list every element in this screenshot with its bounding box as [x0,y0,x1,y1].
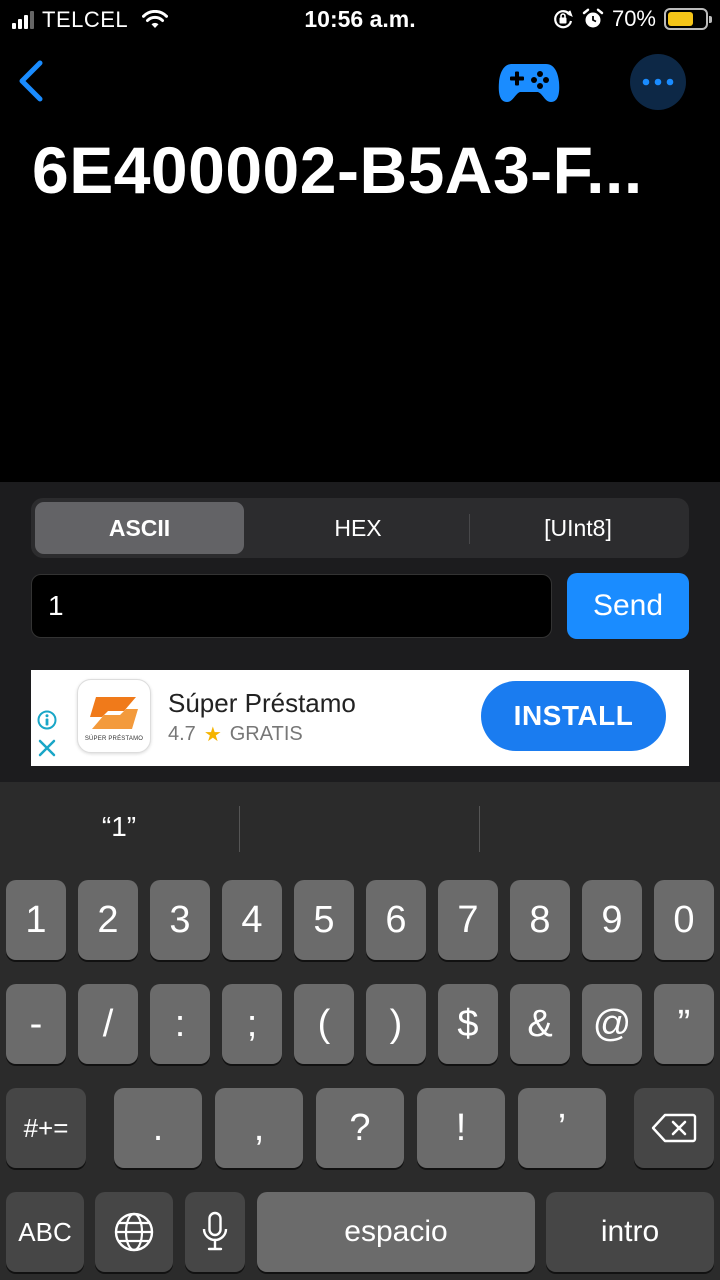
key-8[interactable]: 8 [510,880,570,960]
tab-label: HEX [334,514,382,541]
key-5[interactable]: 5 [294,880,354,960]
key-4[interactable]: 4 [222,880,282,960]
microphone-icon [202,1211,228,1251]
install-button[interactable]: INSTALL [481,681,666,751]
ad-rating: 4.7 [168,723,196,745]
ad-banner[interactable]: SÚPER PRÉSTAMO Súper Préstamo 4.7 ★ GRAT… [31,670,689,766]
key-globe[interactable] [95,1192,173,1272]
battery-icon [664,8,712,30]
battery-level-fill [668,12,694,26]
key-period[interactable]: . [114,1088,202,1168]
key-colon[interactable]: : [150,984,210,1064]
key-0[interactable]: 0 [654,880,714,960]
send-button[interactable]: Send [567,573,689,639]
tab-label: ASCII [108,514,171,541]
key-1[interactable]: 1 [6,880,66,960]
globe-icon [114,1212,154,1252]
key-abc[interactable]: ABC [6,1192,84,1272]
ellipsis-icon [642,78,674,86]
star-icon: ★ [203,724,222,746]
key-ampersand[interactable]: & [510,984,570,1064]
key-quote[interactable]: ” [654,984,714,1064]
key-hyphen[interactable]: - [6,984,66,1064]
ad-app-logo[interactable]: SÚPER PRÉSTAMO [77,679,151,753]
key-3[interactable]: 3 [150,880,210,960]
info-icon[interactable] [37,710,57,730]
more-options-button[interactable] [630,54,686,110]
ad-app-name: Súper Préstamo [168,688,356,718]
key-apostrophe[interactable]: ’ [518,1088,606,1168]
key-at[interactable]: @ [582,984,642,1064]
key-question[interactable]: ? [316,1088,404,1168]
tab-uint8[interactable]: [UInt8] [471,502,685,554]
tab-ascii[interactable]: ASCII [35,502,244,554]
page-title: 6E400002-B5A3-F... [32,133,643,207]
tab-label: [UInt8] [544,514,612,541]
chevron-left-icon [19,60,43,102]
segment-divider [469,514,470,544]
message-input-value: 1 [48,590,64,621]
key-close-paren[interactable]: ) [366,984,426,1064]
key-2[interactable]: 2 [78,880,138,960]
key-dictation[interactable] [185,1192,245,1272]
close-icon[interactable] [37,738,57,758]
key-backspace[interactable] [634,1088,714,1168]
suggestion-bar: “1” [0,782,720,872]
alarm-icon [582,8,604,28]
keyboard: “1” 1 2 3 4 5 6 7 8 9 0 - / : ; ( ) $ & … [0,782,720,1280]
gamepad-button[interactable] [498,60,560,104]
key-exclamation[interactable]: ! [417,1088,505,1168]
app-logo-icon [90,696,138,729]
key-7[interactable]: 7 [438,880,498,960]
key-dollar[interactable]: $ [438,984,498,1064]
key-open-paren[interactable]: ( [294,984,354,1064]
key-return[interactable]: intro [546,1192,714,1272]
suggestion-item[interactable] [240,802,478,852]
key-slash[interactable]: / [78,984,138,1064]
format-segmented-control: ASCII HEX [UInt8] [31,498,689,558]
write-panel: ASCII HEX [UInt8] 1 Send SÚPER PRÉSTAMO [0,482,720,782]
backspace-icon [651,1113,697,1143]
ad-logo-text: SÚPER PRÉSTAMO [84,735,144,742]
key-9[interactable]: 9 [582,880,642,960]
orientation-lock-icon [554,10,573,29]
key-space[interactable]: espacio [257,1192,535,1272]
key-symbols-toggle[interactable]: #+= [6,1088,86,1168]
gamepad-icon [498,64,560,102]
key-6[interactable]: 6 [366,880,426,960]
key-comma[interactable]: , [215,1088,303,1168]
back-button[interactable] [14,58,50,104]
ad-meta: 4.7 ★ GRATIS [168,722,303,747]
battery-percent: 70% [611,6,656,31]
tab-hex[interactable]: HEX [249,502,467,554]
ad-price: GRATIS [229,723,303,745]
key-semicolon[interactable]: ; [222,984,282,1064]
suggestion-item[interactable] [480,802,720,852]
message-input[interactable]: 1 [31,574,552,638]
status-bar: TELCEL 10:56 a.m. 70% [0,0,720,40]
suggestion-item[interactable]: “1” [0,802,238,852]
